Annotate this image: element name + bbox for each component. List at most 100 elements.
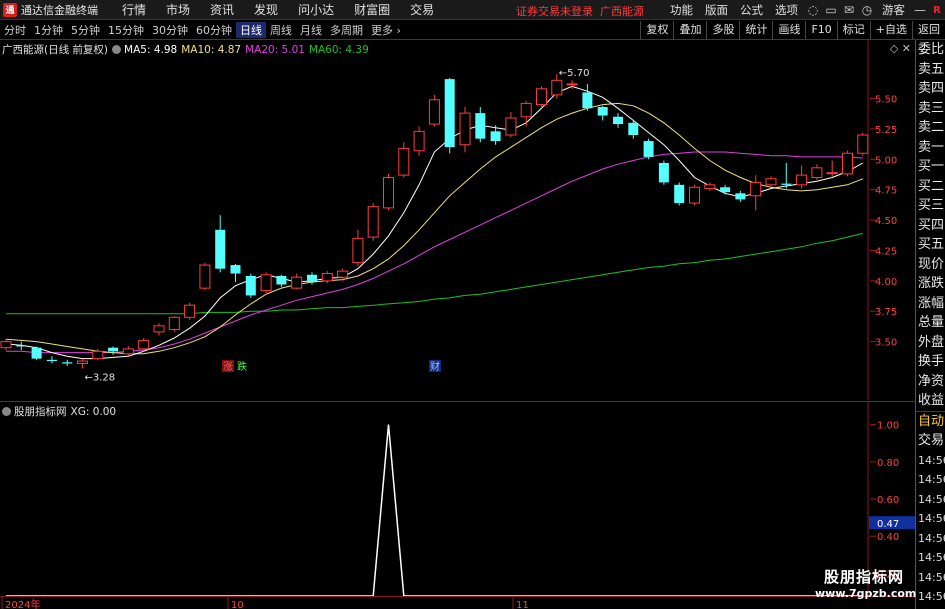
- quote-field-12[interactable]: 涨跌: [916, 274, 945, 294]
- quote-field-3[interactable]: 卖三: [916, 99, 945, 119]
- quote-field-0[interactable]: 委比: [916, 40, 945, 60]
- quote-field-14[interactable]: 总量: [916, 313, 945, 333]
- quote-field-10[interactable]: 买五: [916, 235, 945, 255]
- indicator-legend: 股朋指标网 XG: 0.00: [2, 404, 120, 419]
- quote-field-16[interactable]: 换手: [916, 352, 945, 372]
- candle-body-up: [811, 167, 823, 179]
- menu-function[interactable]: 功能: [664, 2, 699, 18]
- candle-body-up: [153, 325, 165, 333]
- quote-field-15[interactable]: 外盘: [916, 333, 945, 353]
- quote-field-11[interactable]: 现价: [916, 255, 945, 275]
- tool-add-watchlist[interactable]: +自选: [869, 21, 912, 39]
- top-menu-bar: 通 通达信金融终端 行情 市场 资讯 发现 问小达 财富圈 交易 证券交易未登录…: [0, 0, 945, 20]
- y-tick-label: 3.50: [875, 338, 897, 349]
- tool-mark[interactable]: 标记: [836, 21, 870, 39]
- tool-overlay[interactable]: 叠加: [673, 21, 706, 39]
- candle-body-down: [490, 131, 501, 142]
- candle-body-up: [689, 186, 700, 204]
- tool-statistics[interactable]: 统计: [739, 21, 772, 39]
- candle-body-up: [750, 181, 762, 197]
- period-daily[interactable]: 日线: [236, 22, 266, 38]
- menu-wealth-circle[interactable]: 财富圈: [344, 1, 400, 18]
- user-guest[interactable]: 游客: [876, 2, 911, 18]
- quote-field-13[interactable]: 涨幅: [916, 294, 945, 314]
- quote-field-5[interactable]: 卖一: [916, 138, 945, 158]
- candle-body-up: [413, 130, 425, 152]
- mail-icon[interactable]: ✉: [840, 3, 858, 17]
- candle-body-down: [276, 275, 287, 285]
- period-60min[interactable]: 60分钟: [192, 22, 236, 38]
- candle-body-down: [215, 229, 226, 269]
- auto-toggle[interactable]: 自动: [916, 412, 945, 432]
- menu-options[interactable]: 选项: [769, 2, 804, 18]
- trade-login-status[interactable]: 证券交易未登录 广西能源: [516, 3, 644, 19]
- tick-time-0: 14:56: [918, 453, 945, 467]
- period-5min[interactable]: 5分钟: [67, 22, 104, 38]
- candle-body-up: [168, 316, 180, 330]
- legend-settings-icon[interactable]: [112, 45, 122, 54]
- menu-discover[interactable]: 发现: [244, 1, 288, 18]
- minimize-icon[interactable]: —: [911, 3, 929, 17]
- period-monthly[interactable]: 月线: [296, 22, 326, 38]
- quote-field-7[interactable]: 买二: [916, 177, 945, 197]
- indicator-chart[interactable]: 0.20 0.40 0.60 0.80 1.00 0.47 股朋指标网 XG: 0.00: [0, 401, 915, 597]
- tool-adjust[interactable]: 复权: [640, 21, 673, 39]
- period-weekly[interactable]: 周线: [266, 22, 296, 38]
- quote-field-1[interactable]: 卖五: [916, 60, 945, 80]
- menu-market[interactable]: 市场: [156, 1, 200, 18]
- indicator-svg[interactable]: 0.20 0.40 0.60 0.80 1.00 0.47: [0, 402, 915, 597]
- chat-icon[interactable]: ▭: [822, 3, 840, 17]
- tick-time-3: 14:56: [918, 512, 945, 525]
- tool-draw[interactable]: 画线: [772, 21, 805, 39]
- period-intraday[interactable]: 分时: [0, 22, 30, 38]
- y-tick-label: 5.00: [875, 155, 897, 166]
- period-15min[interactable]: 15分钟: [104, 22, 148, 38]
- y-tick-label: 4.75: [875, 186, 897, 197]
- tool-multi-stock[interactable]: 多股: [706, 21, 739, 39]
- indicator-settings-icon[interactable]: [2, 407, 11, 416]
- xg-indicator-line: [6, 424, 863, 597]
- legend-ma20: MA20: 5.01: [245, 43, 305, 56]
- menu-trade[interactable]: 交易: [400, 1, 444, 18]
- menu-layout[interactable]: 版面: [699, 2, 734, 18]
- marker-zhang: 涨: [223, 361, 233, 373]
- tool-back[interactable]: 返回: [912, 21, 945, 39]
- quote-field-6[interactable]: 买一: [916, 157, 945, 177]
- quote-field-4[interactable]: 卖二: [916, 118, 945, 138]
- marker-cai: 财: [430, 360, 440, 373]
- clock-icon[interactable]: ◷: [858, 3, 876, 17]
- y-tick-label: 5.50: [875, 95, 897, 106]
- quote-field-18[interactable]: 收益: [916, 391, 945, 411]
- chart-window-controls[interactable]: ◇ ✕: [890, 42, 911, 55]
- candle-body-down: [613, 116, 623, 125]
- quote-field-9[interactable]: 买四: [916, 216, 945, 236]
- ma5-line: [5, 85, 864, 360]
- period-30min[interactable]: 30分钟: [148, 22, 192, 38]
- period-multi[interactable]: 多周期: [326, 22, 367, 38]
- main-kline-chart[interactable]: 3.50 3.75 4.00 4.25 4.50 4.75 5.00 5.25 5.50 ←5.7…: [0, 40, 915, 400]
- period-more[interactable]: 更多: [367, 22, 405, 38]
- r-badge[interactable]: R: [929, 5, 945, 16]
- kline-svg[interactable]: 3.50 3.75 4.00 4.25 4.50 4.75 5.00 5.25 5.50 ←5.7…: [0, 40, 915, 400]
- quote-field-2[interactable]: 卖四: [916, 79, 945, 99]
- candle-body-up: [704, 184, 716, 189]
- quote-field-17[interactable]: 净资: [916, 372, 945, 392]
- menu-ask-xiaoda[interactable]: 问小达: [288, 1, 344, 18]
- close-icon[interactable]: ✕: [902, 42, 911, 55]
- candle-body-up: [520, 102, 532, 118]
- quote-field-8[interactable]: 买三: [916, 196, 945, 216]
- candle-body-down: [582, 92, 593, 109]
- period-1min[interactable]: 1分钟: [30, 22, 67, 38]
- menu-news[interactable]: 资讯: [200, 1, 244, 18]
- menu-quotes[interactable]: 行情: [112, 1, 156, 18]
- tick-time-2: 14:56: [918, 492, 945, 506]
- candle-body-up: [459, 112, 471, 146]
- candle-body-down: [16, 345, 27, 347]
- headset-icon[interactable]: ◌: [804, 3, 822, 17]
- marker-die: 跌: [237, 360, 247, 373]
- trade-tab[interactable]: 交易: [916, 431, 945, 451]
- candle-body-up: [383, 177, 394, 209]
- tool-f10[interactable]: F10: [805, 21, 836, 39]
- menu-formula[interactable]: 公式: [734, 2, 769, 18]
- diamond-icon[interactable]: ◇: [890, 42, 898, 55]
